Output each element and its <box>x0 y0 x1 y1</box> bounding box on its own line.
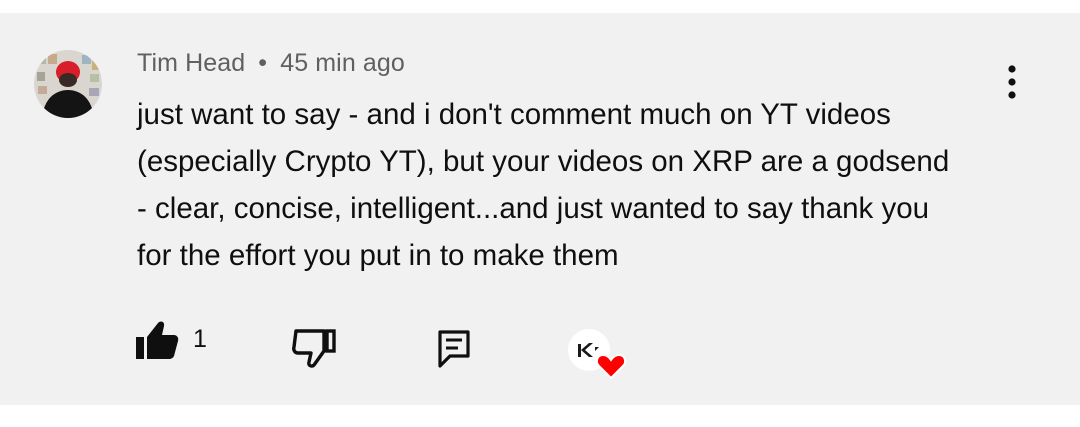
creator-heart-icon <box>568 329 627 380</box>
author-name[interactable]: Tim Head <box>137 49 245 77</box>
thumb-up-filled-icon <box>136 321 179 359</box>
more-options-button[interactable] <box>997 65 1027 101</box>
comment-card: Tim Head • 45 min ago just want to say -… <box>0 13 1080 405</box>
creator-heart-badge <box>565 325 631 381</box>
separator-dot: • <box>258 49 268 77</box>
reply-button[interactable] <box>437 329 477 373</box>
comment-header: Tim Head • 45 min ago <box>137 49 405 78</box>
avatar[interactable] <box>34 50 102 118</box>
dislike-button[interactable] <box>292 329 340 373</box>
timestamp[interactable]: 45 min ago <box>280 49 405 77</box>
like-count: 1 <box>193 325 207 353</box>
comment-text: just want to say - and i don't comment m… <box>137 98 950 272</box>
more-vert-icon <box>1008 65 1016 99</box>
thumb-down-outline-icon <box>292 329 336 368</box>
reply-comment-icon <box>438 330 470 368</box>
